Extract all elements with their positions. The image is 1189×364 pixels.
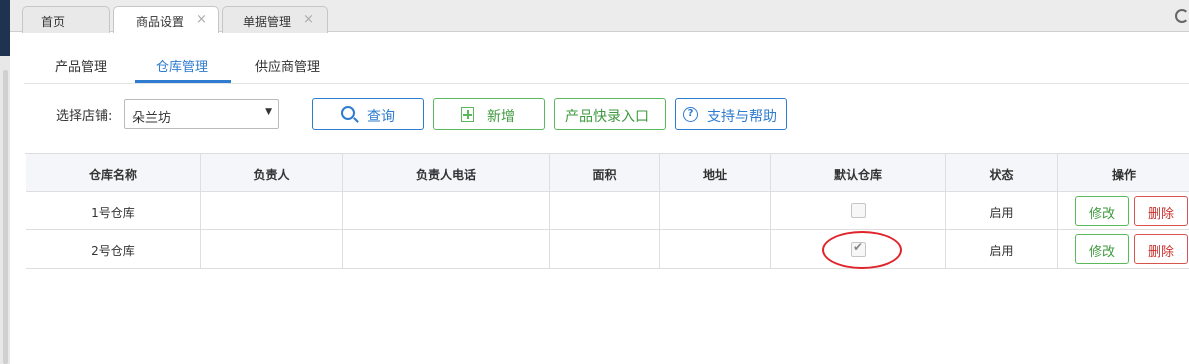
cell-name: 2号仓库: [26, 230, 201, 269]
table-header-row: 仓库名称 负责人 负责人电话 面积 地址 默认仓库 状态 操作: [26, 154, 1189, 192]
active-subtab-underline: [135, 80, 231, 83]
sub-tab-bar: 产品管理 仓库管理 供应商管理: [24, 32, 1189, 84]
cell-actions: 修改 删除: [1058, 192, 1189, 230]
close-icon[interactable]: ×: [303, 12, 314, 27]
store-select-label: 选择店铺:: [56, 109, 113, 124]
query-button[interactable]: 查询: [312, 98, 424, 130]
cell-actions: 修改 删除: [1058, 230, 1189, 269]
store-select[interactable]: 朵兰坊 ▼: [124, 99, 279, 129]
search-icon[interactable]: [1175, 9, 1189, 23]
question-icon: ?: [683, 107, 698, 122]
quick-entry-button[interactable]: 产品快录入口: [554, 98, 666, 130]
subtab-product-management[interactable]: 产品管理: [55, 56, 107, 75]
cell-default: [771, 192, 946, 230]
column-header-address: 地址: [660, 154, 771, 192]
delete-button[interactable]: 删除: [1134, 196, 1188, 226]
subtab-supplier-management[interactable]: 供应商管理: [255, 56, 320, 75]
store-select-value: 朵兰坊: [132, 111, 172, 126]
help-button-label: 支持与帮助: [707, 109, 777, 125]
close-icon[interactable]: ×: [196, 12, 207, 27]
left-sidebar-strip: [0, 0, 10, 364]
cell-name: 1号仓库: [26, 192, 201, 230]
annotation-circle: [822, 231, 902, 269]
quick-entry-button-label: 产品快录入口: [565, 109, 649, 125]
cell-phone: [343, 230, 550, 269]
tab-bar: 首页 商品设置 × 单据管理 ×: [10, 0, 1189, 33]
add-button[interactable]: 新增: [433, 98, 545, 130]
edit-button[interactable]: 修改: [1075, 196, 1129, 226]
column-header-name: 仓库名称: [26, 154, 201, 192]
cell-phone: [343, 192, 550, 230]
column-header-actions: 操作: [1058, 154, 1189, 192]
edit-button[interactable]: 修改: [1075, 234, 1129, 264]
tab-label: 单据管理: [243, 15, 292, 29]
column-header-phone: 负责人电话: [343, 154, 550, 192]
cell-manager: [201, 230, 343, 269]
column-header-area: 面积: [550, 154, 660, 192]
sidebar-dark-block: [0, 0, 10, 56]
tab-product-settings[interactable]: 商品设置 ×: [113, 6, 219, 33]
cell-address: [660, 230, 771, 269]
cell-area: [550, 192, 660, 230]
tab-label: 首页: [41, 15, 66, 29]
help-button[interactable]: ? 支持与帮助: [675, 98, 787, 130]
column-header-manager: 负责人: [201, 154, 343, 192]
subtab-warehouse-management[interactable]: 仓库管理: [156, 56, 208, 75]
delete-button[interactable]: 删除: [1134, 234, 1188, 264]
add-document-icon: [461, 107, 474, 122]
cell-manager: [201, 192, 343, 230]
cell-address: [660, 192, 771, 230]
warehouse-table: 仓库名称 负责人 负责人电话 面积 地址 默认仓库 状态 操作 1号仓库 启用 …: [25, 153, 1189, 269]
tab-label: 商品设置: [136, 15, 185, 29]
cell-status: 启用: [946, 230, 1058, 269]
query-button-label: 查询: [367, 109, 395, 125]
add-button-label: 新增: [487, 109, 515, 125]
sidebar-scrollbar[interactable]: [3, 70, 8, 364]
tab-home[interactable]: 首页: [22, 6, 110, 33]
table-row: 2号仓库 ✔ 启用 修改 删除: [26, 230, 1189, 269]
table-row: 1号仓库 启用 修改 删除: [26, 192, 1189, 230]
cell-area: [550, 230, 660, 269]
default-warehouse-checkbox[interactable]: [851, 203, 866, 218]
column-header-default: 默认仓库: [771, 154, 946, 192]
column-header-status: 状态: [946, 154, 1058, 192]
tab-bill-management[interactable]: 单据管理 ×: [222, 6, 328, 33]
search-icon: [341, 106, 355, 120]
caret-down-icon: ▼: [265, 107, 272, 117]
cell-status: 启用: [946, 192, 1058, 230]
